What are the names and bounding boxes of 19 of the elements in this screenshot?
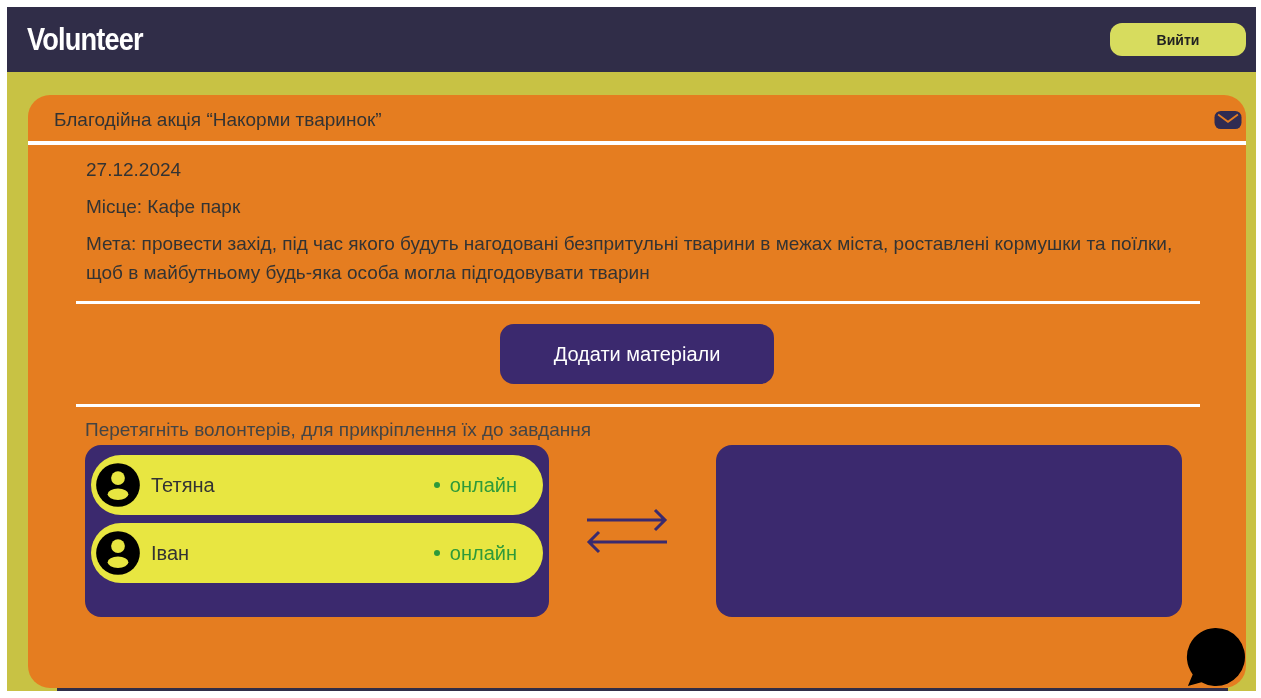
logout-button[interactable]: Вийти (1110, 23, 1246, 56)
volunteer-name: Іван (151, 541, 191, 565)
event-title: Благодійна акція “Накорми тваринок” (54, 109, 382, 131)
event-goal: Мета: провести захід, під час якого будуть нагодовані безпритульні тварини в межах міста, роставлені кормушки та поїлки, щоб в майбутньому будь-яка особа могла підгодовувати тварин (86, 232, 1174, 285)
drag-hint: Перетягніть волонтерів, для прикріплення їх до завдання (84, 418, 592, 442)
event-date: 27.12.2024 (86, 158, 183, 182)
volunteer-item[interactable]: Тетяна онлайн (91, 455, 543, 515)
volunteer-name: Тетяна (151, 473, 216, 497)
chat-bubble-icon[interactable] (1184, 626, 1246, 688)
avatar-icon (95, 462, 141, 508)
volunteer-status: онлайн (449, 473, 517, 497)
envelope-icon[interactable] (1214, 111, 1242, 129)
avatar-icon (95, 530, 141, 576)
volunteer-item[interactable]: Іван онлайн (91, 523, 543, 583)
app-logo: Volunteer (27, 21, 143, 58)
volunteer-status: онлайн (449, 541, 517, 565)
swap-arrows-icon (585, 508, 669, 554)
add-materials-button[interactable]: Додати матеріали (500, 324, 774, 384)
event-place: Місце: Кафе парк (86, 195, 242, 219)
